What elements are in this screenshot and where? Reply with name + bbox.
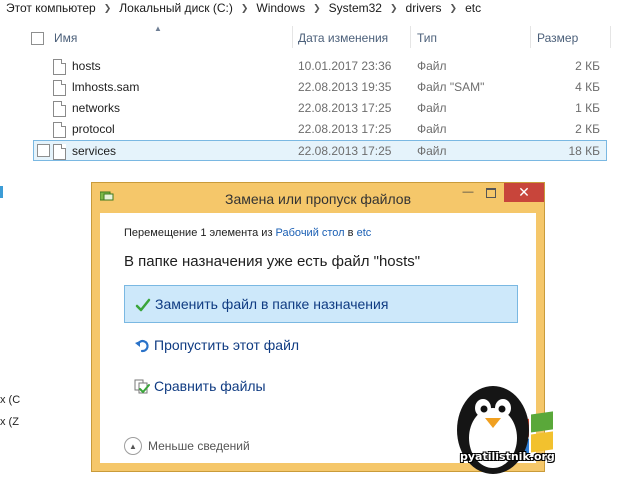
compare-files-icon (134, 379, 150, 394)
compare-files-label: Сравнить файлы (154, 378, 266, 394)
nav-pane-edge (0, 186, 3, 198)
file-size: 2 КБ (575, 122, 600, 136)
move-description: Перемещение 1 элемента из Рабочий стол в… (124, 227, 371, 239)
file-date: 10.01.2017 23:36 (298, 59, 392, 73)
replace-file-option[interactable]: Заменить файл в папке назначения (124, 285, 518, 323)
skip-file-option[interactable]: Пропустить этот файл (124, 327, 518, 365)
breadcrumb-separator-icon[interactable]: ❯ (448, 3, 460, 14)
select-all-checkbox[interactable] (31, 32, 44, 45)
dialog-titlebar[interactable]: Замена или пропуск файлов — ✕ (92, 183, 544, 213)
file-type: Файл (417, 59, 447, 73)
row-checkbox[interactable] (37, 144, 50, 157)
destination-folder-link[interactable]: etc (357, 227, 372, 239)
breadcrumb-drivers[interactable]: drivers (400, 1, 448, 15)
fewer-details-label: Меньше сведений (148, 439, 250, 453)
minimize-button[interactable]: — (457, 185, 479, 201)
file-date: 22.08.2013 17:25 (298, 101, 392, 115)
breadcrumb-this-pc[interactable]: Этот компьютер (0, 1, 102, 15)
replace-file-label: Заменить файл в папке назначения (155, 296, 389, 312)
file-row-networks[interactable]: networks 22.08.2013 17:25 Файл 1 КБ (34, 98, 606, 119)
file-icon (53, 59, 66, 75)
file-row-services[interactable]: services 22.08.2013 17:25 Файл 18 КБ (33, 140, 607, 161)
file-icon (53, 101, 66, 117)
file-name: services (72, 144, 117, 158)
nav-item-drive-z[interactable]: x (Z (0, 416, 19, 428)
file-row-hosts[interactable]: hosts 10.01.2017 23:36 Файл 2 КБ (34, 56, 606, 77)
source-folder-link[interactable]: Рабочий стол (276, 227, 345, 239)
skip-arrow-icon (135, 339, 149, 353)
column-divider[interactable] (410, 26, 411, 48)
file-icon (53, 144, 66, 160)
nav-item-drive-c[interactable]: x (C (0, 394, 20, 406)
breadcrumb-windows[interactable]: Windows (250, 1, 311, 15)
breadcrumb-separator-icon[interactable]: ❯ (102, 3, 114, 14)
maximize-button[interactable] (480, 185, 502, 201)
file-type: Файл "SAM" (417, 80, 485, 94)
file-date: 22.08.2013 17:25 (298, 122, 392, 136)
breadcrumb-system32[interactable]: System32 (323, 1, 388, 15)
file-name: lmhosts.sam (72, 80, 140, 94)
file-size: 18 КБ (568, 144, 600, 158)
conflict-headline: В папке назначения уже есть файл "hosts" (124, 253, 421, 270)
file-size: 1 КБ (575, 101, 600, 115)
breadcrumb-etc[interactable]: etc (459, 1, 487, 15)
column-header-size[interactable]: Размер (537, 28, 578, 48)
column-divider[interactable] (292, 26, 293, 48)
checkmark-icon (135, 298, 151, 312)
column-header-type[interactable]: Тип (417, 28, 437, 48)
column-divider[interactable] (610, 26, 611, 48)
file-name: hosts (72, 59, 101, 73)
file-type: Файл (417, 144, 447, 158)
file-type: Файл (417, 122, 447, 136)
breadcrumb-separator-icon[interactable]: ❯ (239, 3, 251, 14)
file-name: networks (72, 101, 121, 115)
file-date: 22.08.2013 19:35 (298, 80, 392, 94)
sort-ascending-icon: ▲ (154, 24, 162, 33)
breadcrumb-separator-icon[interactable]: ❯ (388, 3, 400, 14)
breadcrumb: Этот компьютер ❯ Локальный диск (C:) ❯ W… (0, 0, 637, 16)
breadcrumb-local-disk[interactable]: Локальный диск (C:) (113, 1, 239, 15)
breadcrumb-separator-icon[interactable]: ❯ (311, 3, 323, 14)
file-date: 22.08.2013 17:25 (298, 144, 392, 158)
move-middle: в (344, 227, 357, 239)
move-prefix: Перемещение 1 элемента из (124, 227, 276, 239)
watermark-text: pyatilistnik.org (460, 450, 555, 463)
file-size: 4 КБ (575, 80, 600, 94)
file-row-lmhosts[interactable]: lmhosts.sam 22.08.2013 19:35 Файл "SAM" … (34, 77, 606, 98)
file-size: 2 КБ (575, 59, 600, 73)
penguin-logo-icon (457, 386, 553, 474)
fewer-details-toggle[interactable]: ▲ Меньше сведений (124, 437, 250, 455)
chevron-up-icon: ▲ (124, 437, 142, 455)
close-button[interactable]: ✕ (504, 183, 544, 202)
file-icon (53, 122, 66, 138)
skip-file-label: Пропустить этот файл (154, 337, 300, 353)
column-header-modified[interactable]: Дата изменения (298, 28, 388, 48)
file-name: protocol (72, 122, 115, 136)
maximize-icon (486, 188, 496, 198)
file-row-protocol[interactable]: protocol 22.08.2013 17:25 Файл 2 КБ (34, 119, 606, 140)
column-header-name[interactable]: Имя (54, 28, 77, 48)
file-type: Файл (417, 101, 447, 115)
column-divider[interactable] (530, 26, 531, 48)
file-icon (53, 80, 66, 96)
